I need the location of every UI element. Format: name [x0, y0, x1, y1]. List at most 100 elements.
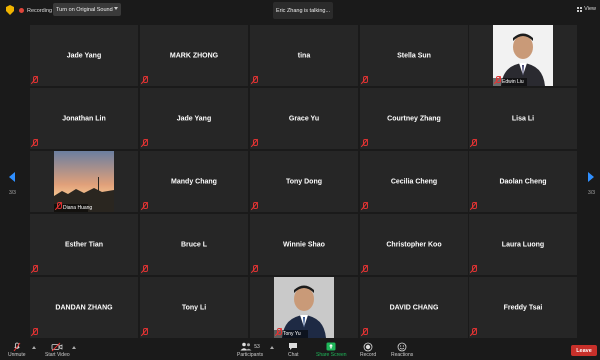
meeting-top-bar: Recording Turn on Original Sound Eric Zh… — [0, 0, 600, 22]
participant-tile[interactable]: Laura Luong — [469, 214, 577, 275]
participant-name: Courtney Zhang — [387, 115, 441, 122]
participant-name: DAVID CHANG — [389, 304, 439, 311]
participant-tile[interactable]: Jade Yang — [140, 88, 248, 149]
reactions-button[interactable]: Reactions — [391, 341, 413, 358]
muted-microphone-icon — [471, 202, 477, 210]
grid-view-icon — [577, 6, 583, 12]
participant-name: tina — [297, 52, 311, 59]
participants-chevron-icon[interactable] — [270, 346, 274, 349]
participant-tile[interactable]: Jade Yang — [30, 25, 138, 86]
unmute-button[interactable]: Unmute — [8, 341, 26, 358]
participant-name: Esther Tian — [65, 241, 103, 248]
participants-count: 53 — [254, 343, 260, 350]
muted-microphone-icon — [471, 139, 477, 147]
participant-name: Cecilia Cheng — [390, 178, 438, 185]
participant-tile[interactable]: DANDAN ZHANG — [30, 277, 138, 338]
leave-meeting-button[interactable]: Leave — [571, 345, 597, 356]
next-page-arrow-icon[interactable] — [588, 172, 594, 182]
original-sound-button[interactable]: Turn on Original Sound — [53, 3, 121, 16]
participant-name: Freddy Tsai — [503, 304, 543, 311]
recording-dot-icon — [19, 8, 24, 13]
participant-name: Christopher Koo — [386, 241, 442, 248]
original-sound-label: Turn on Original Sound — [56, 6, 113, 13]
smiley-face-icon — [397, 342, 407, 351]
record-icon — [363, 342, 373, 351]
start-video-button[interactable]: Start Video — [45, 341, 70, 358]
share-screen-label: Share Screen — [316, 352, 347, 358]
security-shield-icon[interactable] — [6, 5, 14, 15]
muted-microphone-icon — [32, 76, 38, 84]
muted-microphone-icon — [252, 265, 258, 273]
participant-name: Jonathan Lin — [62, 115, 106, 122]
muted-microphone-icon — [142, 328, 148, 336]
participant-video-person — [274, 277, 334, 338]
participant-tile[interactable]: Jonathan Lin — [30, 88, 138, 149]
participant-name: Lisa Li — [511, 115, 535, 122]
participant-tile[interactable]: Tony Dong — [250, 151, 358, 212]
participant-name: Tony Yu — [283, 331, 301, 337]
reactions-label: Reactions — [391, 352, 414, 358]
participant-name: Daolan Cheng — [499, 178, 547, 185]
participants-label: Participants — [237, 352, 264, 358]
muted-microphone-icon — [471, 265, 477, 273]
chat-bubble-icon — [289, 343, 298, 350]
participant-tile[interactable]: DAVID CHANG — [360, 277, 468, 338]
participant-tile[interactable]: Christopher Koo — [360, 214, 468, 275]
video-options-chevron-icon[interactable] — [72, 346, 76, 349]
record-button[interactable]: Record — [360, 341, 376, 358]
participant-tile[interactable]: Esther Tian — [30, 214, 138, 275]
recording-indicator[interactable]: Recording — [19, 5, 52, 16]
participant-tile[interactable]: Bruce L — [140, 214, 248, 275]
participant-name: Bruce L — [180, 241, 208, 248]
participant-tile[interactable]: Winnie Shao — [250, 214, 358, 275]
participant-name: Laura Luong — [501, 241, 545, 248]
participant-tile[interactable]: MARK ZHONG — [140, 25, 248, 86]
participant-tile[interactable]: Freddy Tsai — [469, 277, 577, 338]
participant-name: MARK ZHONG — [169, 52, 219, 59]
video-gallery: Jade Yang MARK ZHONG tina Stella Sun Edwin L… — [30, 25, 579, 339]
share-screen-button[interactable]: Share Screen — [316, 341, 347, 358]
participant-tile[interactable]: Courtney Zhang — [360, 88, 468, 149]
talking-text: Eric Zhang is talking... — [275, 7, 331, 14]
audio-options-chevron-icon[interactable] — [32, 346, 36, 349]
microphone-muted-icon — [13, 342, 21, 351]
participant-name: Winnie Shao — [283, 241, 325, 248]
participant-tile[interactable]: Lisa Li — [469, 88, 577, 149]
muted-microphone-icon — [471, 328, 477, 336]
muted-microphone-icon — [142, 139, 148, 147]
participant-tile[interactable]: Edwin Liu — [469, 25, 577, 86]
participant-name: Grace Yu — [288, 115, 320, 122]
participants-button[interactable]: 53 Participants — [237, 341, 263, 358]
participant-tile[interactable]: Grace Yu — [250, 88, 358, 149]
participant-name: Jade Yang — [176, 115, 212, 122]
chevron-down-icon[interactable] — [114, 7, 118, 10]
participant-tile[interactable]: Cecilia Cheng — [360, 151, 468, 212]
participant-name: Diana Huang — [63, 205, 93, 211]
muted-microphone-icon — [362, 202, 368, 210]
participant-tile[interactable]: Tony Li — [140, 277, 248, 338]
view-button[interactable]: View — [577, 6, 596, 12]
participant-name: DANDAN ZHANG — [55, 304, 113, 311]
muted-microphone-icon — [362, 139, 368, 147]
chat-button[interactable]: Chat — [288, 341, 299, 358]
participant-name: Mandy Chang — [171, 178, 217, 185]
muted-microphone-icon — [495, 76, 501, 84]
previous-page-arrow-icon[interactable] — [9, 172, 15, 182]
participant-tile[interactable]: Stella Sun — [360, 25, 468, 86]
muted-microphone-icon — [142, 202, 148, 210]
participant-name: Edwin Liu — [502, 79, 524, 85]
participant-tile[interactable]: Tony Yu — [250, 277, 358, 338]
participant-tile[interactable]: tina — [250, 25, 358, 86]
participant-video-sunset — [54, 151, 114, 212]
page-indicator-left: 3/3 — [9, 190, 16, 196]
muted-microphone-icon — [276, 328, 282, 336]
muted-microphone-icon — [56, 202, 62, 210]
participant-tile[interactable]: Mandy Chang — [140, 151, 248, 212]
muted-microphone-icon — [32, 328, 38, 336]
muted-microphone-icon — [142, 76, 148, 84]
muted-microphone-icon — [362, 76, 368, 84]
participant-tile[interactable]: Daolan Cheng — [469, 151, 577, 212]
participant-tile[interactable]: Diana Huang — [30, 151, 138, 212]
unmute-label: Unmute — [8, 352, 26, 358]
page-indicator-right: 3/3 — [588, 190, 595, 196]
